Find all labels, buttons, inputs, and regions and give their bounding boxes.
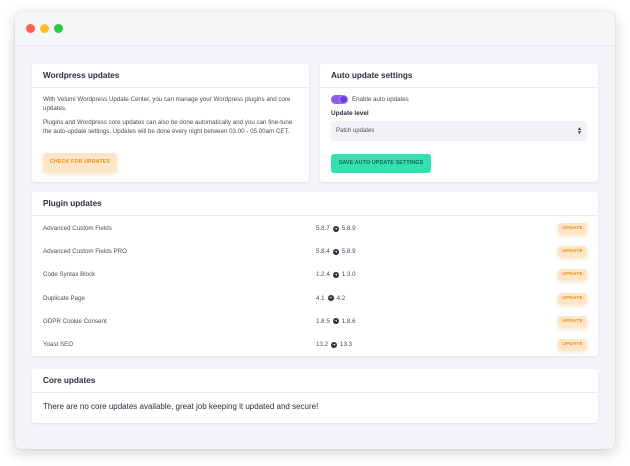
plugin-name: Yoast SEO <box>43 341 74 349</box>
update-plugin-button[interactable]: UPDATE <box>558 339 587 351</box>
arrow-right-icon: ➜ <box>332 271 339 278</box>
title-bar <box>15 12 615 46</box>
plugin-row: Code Syntax Block 1.2.4 ➜ 1.3.0 UPDATE <box>32 263 598 286</box>
new-version: 1.8.6 <box>341 317 356 325</box>
enable-auto-updates-label: Enable auto updates <box>352 96 409 103</box>
plugin-row: Yoast SEO 13.2 ➜ 13.3 UPDATE <box>32 333 598 356</box>
plugin-updates-card: Plugin updates Advanced Custom Fields 5.… <box>32 192 598 356</box>
plugin-row: Advanced Custom Fields PRO 5.8.4 ➜ 5.8.9… <box>32 240 598 263</box>
new-version: 1.3.0 <box>341 271 356 279</box>
plugin-list: Advanced Custom Fields 5.8.7 ➜ 5.8.9 UPD… <box>32 216 598 356</box>
arrow-right-icon: ➜ <box>331 341 338 348</box>
wordpress-updates-card: Wordpress updates With Velumi Wordpress … <box>32 64 309 182</box>
new-version: 13.3 <box>340 341 353 349</box>
update-plugin-button[interactable]: UPDATE <box>558 246 587 258</box>
wordpress-updates-intro: With Velumi Wordpress Update Center, you… <box>43 96 291 112</box>
update-level-value: Patch updates <box>336 128 375 134</box>
arrow-right-icon: ➜ <box>332 225 339 232</box>
plugin-version: 13.2 ➜ 13.3 <box>316 341 558 348</box>
new-version: 5.8.9 <box>341 225 356 233</box>
plugin-row: Duplicate Page 4.1 ➜ 4.2 UPDATE <box>32 287 598 310</box>
enable-auto-updates-toggle[interactable] <box>331 95 348 104</box>
wordpress-updates-title: Wordpress updates <box>32 64 309 88</box>
current-version: 13.2 <box>316 341 329 349</box>
zoom-window-button[interactable] <box>54 24 63 33</box>
arrow-right-icon: ➜ <box>327 295 334 302</box>
current-version: 4.1 <box>316 294 325 302</box>
toggle-knob <box>340 96 347 103</box>
update-level-label: Update level <box>331 110 369 117</box>
minimize-window-button[interactable] <box>40 24 49 33</box>
arrow-right-icon: ➜ <box>332 248 339 255</box>
plugin-updates-title: Plugin updates <box>32 192 598 216</box>
new-version: 5.8.9 <box>341 248 356 256</box>
select-arrows-icon: ▲ ▼ <box>577 126 582 136</box>
app-window: Wordpress updates With Velumi Wordpress … <box>15 12 615 449</box>
arrow-right-icon: ➜ <box>332 318 339 325</box>
update-level-select[interactable]: Patch updates ▲ ▼ <box>331 121 587 141</box>
plugin-version: 4.1 ➜ 4.2 <box>316 295 558 302</box>
auto-update-settings-card: Auto update settings Enable auto updates… <box>320 64 598 182</box>
current-version: 1.8.5 <box>316 317 330 325</box>
current-version: 5.8.7 <box>316 225 330 233</box>
plugin-row: Advanced Custom Fields 5.8.7 ➜ 5.8.9 UPD… <box>32 217 598 240</box>
update-plugin-button[interactable]: UPDATE <box>558 315 587 327</box>
update-plugin-button[interactable]: UPDATE <box>558 223 587 235</box>
close-window-button[interactable] <box>26 24 35 33</box>
plugin-name: Advanced Custom Fields <box>43 225 112 233</box>
auto-update-settings-title: Auto update settings <box>320 64 598 88</box>
current-version: 1.2.4 <box>316 271 330 279</box>
plugin-version: 1.8.5 ➜ 1.8.6 <box>316 318 558 325</box>
plugin-version: 5.8.7 ➜ 5.8.9 <box>316 225 558 232</box>
new-version: 4.2 <box>336 294 346 302</box>
check-for-updates-button[interactable]: CHECK FOR UPDATES <box>43 152 117 172</box>
plugin-version: 1.2.4 ➜ 1.3.0 <box>316 271 558 278</box>
plugin-name: GDPR Cookie Consent <box>43 317 107 325</box>
core-updates-title: Core updates <box>32 369 598 393</box>
core-updates-card: Core updates There are no core updates a… <box>32 369 598 423</box>
current-version: 5.8.4 <box>316 248 330 256</box>
plugin-version: 5.8.4 ➜ 5.8.9 <box>316 248 558 255</box>
update-plugin-button[interactable]: UPDATE <box>558 292 587 304</box>
wordpress-updates-description: Plugins and Wordpress core updates can a… <box>43 119 293 135</box>
plugin-row: GDPR Cookie Consent 1.8.5 ➜ 1.8.6 UPDATE <box>32 310 598 333</box>
plugin-name: Code Syntax Block <box>43 271 96 279</box>
update-plugin-button[interactable]: UPDATE <box>558 269 587 281</box>
core-updates-message: There are no core updates available, gre… <box>43 402 319 411</box>
save-auto-update-settings-button[interactable]: SAVE AUTO UPDATE SETTINGS <box>331 153 431 173</box>
plugin-name: Advanced Custom Fields PRO <box>43 248 127 256</box>
plugin-name: Duplicate Page <box>43 294 85 302</box>
